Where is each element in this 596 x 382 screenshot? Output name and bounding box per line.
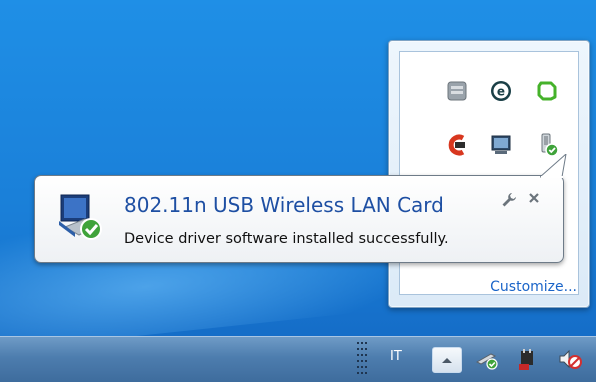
language-indicator[interactable]: IT	[390, 349, 402, 364]
power-plug-icon[interactable]	[515, 348, 539, 370]
monitor-icon[interactable]	[488, 132, 514, 158]
chevron-up-icon	[442, 358, 452, 363]
network-adapter-check-icon	[59, 194, 102, 240]
customize-link[interactable]: Customize...	[490, 279, 577, 295]
volume-muted-icon[interactable]	[558, 348, 582, 370]
wrench-icon[interactable]	[501, 192, 517, 208]
svg-text:e: e	[497, 85, 505, 99]
green-sync-icon[interactable]	[534, 78, 560, 104]
usb-driver-check-icon[interactable]	[475, 348, 499, 370]
notification-balloon[interactable]: 802.11n USB Wireless LAN Card Device dri…	[34, 154, 567, 263]
balloon-pointer	[540, 154, 567, 178]
notification-message: Device driver software installed success…	[124, 231, 449, 247]
taskbar: IT	[0, 336, 596, 382]
generic-app-icon[interactable]	[444, 78, 470, 104]
show-hidden-icons-button[interactable]	[432, 347, 462, 373]
notification-title: 802.11n USB Wireless LAN Card	[124, 193, 444, 217]
taskbar-grip[interactable]	[356, 340, 370, 380]
close-icon[interactable]	[527, 191, 541, 205]
eset-icon[interactable]: e	[488, 78, 514, 104]
ccleaner-icon[interactable]	[444, 132, 470, 158]
